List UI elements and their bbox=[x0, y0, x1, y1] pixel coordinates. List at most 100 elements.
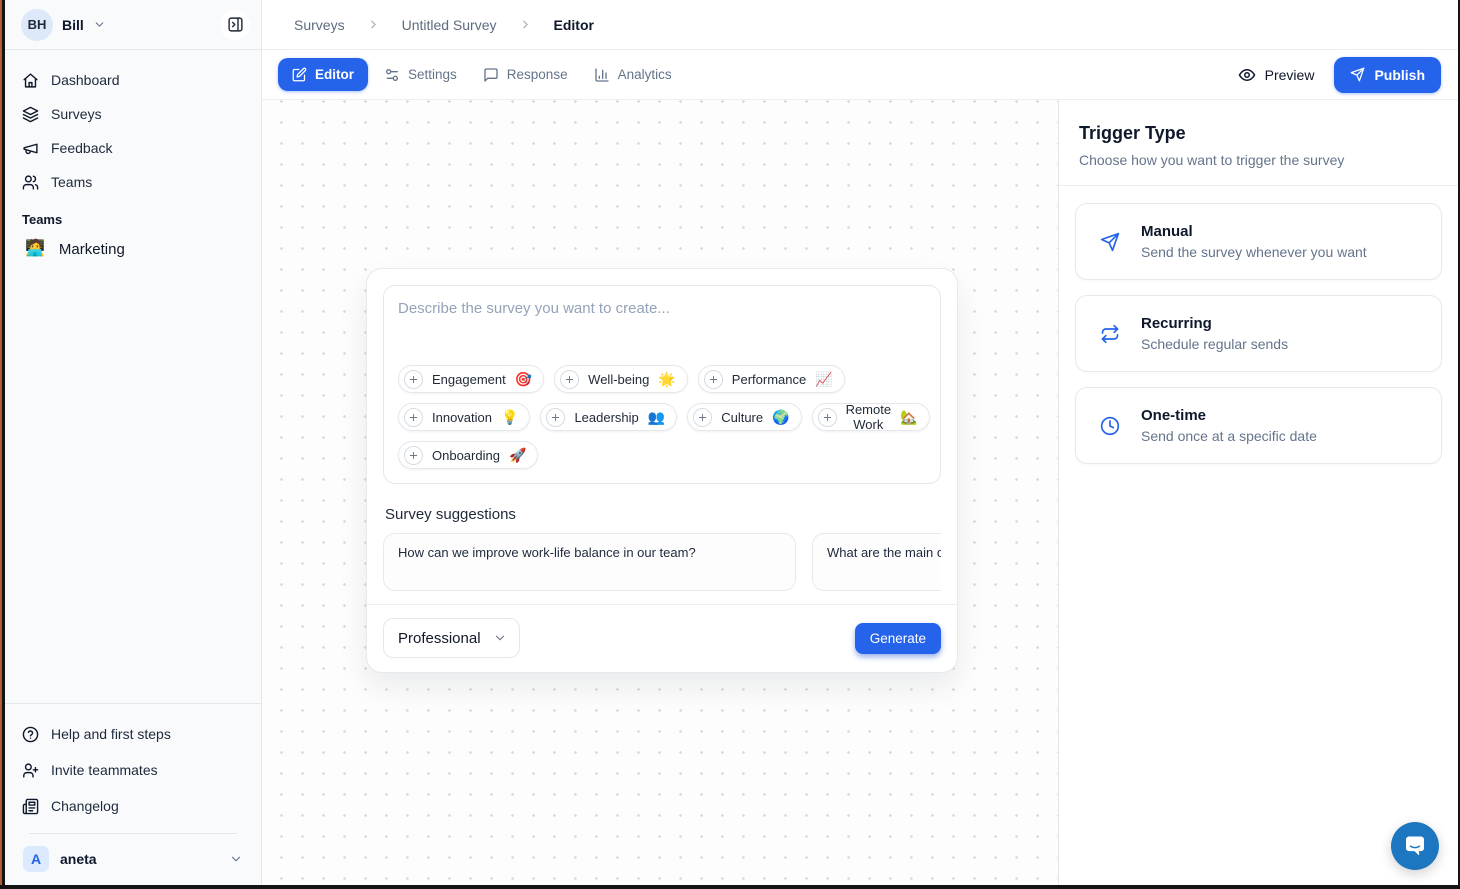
house-emoji-icon: 🏡 bbox=[900, 410, 917, 424]
user-menu[interactable]: A aneta bbox=[13, 841, 253, 877]
chevron-right-icon bbox=[367, 18, 380, 31]
message-square-icon bbox=[483, 67, 499, 83]
sidebar: BH Bill Dashboard Surv bbox=[5, 0, 262, 885]
tone-select[interactable]: Professional bbox=[383, 618, 520, 658]
plus-icon bbox=[693, 408, 712, 427]
clock-icon bbox=[1100, 416, 1120, 436]
chip-innovation[interactable]: Innovation 💡 bbox=[398, 403, 530, 431]
sidebar-item-help[interactable]: Help and first steps bbox=[13, 716, 253, 752]
chip-label: Engagement bbox=[432, 372, 506, 387]
plus-icon bbox=[704, 370, 723, 389]
breadcrumb-editor: Editor bbox=[554, 17, 594, 33]
sidebar-item-label: Changelog bbox=[51, 798, 119, 814]
tab-editor[interactable]: Editor bbox=[278, 58, 368, 91]
sidebar-item-changelog[interactable]: Changelog bbox=[13, 788, 253, 824]
tab-label: Editor bbox=[315, 67, 354, 82]
content: Describe the survey you want to create..… bbox=[262, 100, 1458, 885]
sidebar-nav: Dashboard Surveys Feedback Teams bbox=[5, 50, 261, 199]
suggestion-card[interactable]: What are the main ob bbox=[812, 533, 941, 591]
rocket-emoji-icon: 🚀 bbox=[509, 448, 526, 462]
preview-label: Preview bbox=[1265, 67, 1315, 83]
editor-toolbar: Editor Settings Response Analytics bbox=[262, 50, 1458, 100]
chip-well-being[interactable]: Well-being 🌟 bbox=[554, 365, 688, 393]
plus-icon bbox=[818, 408, 837, 427]
preview-button[interactable]: Preview bbox=[1238, 66, 1315, 84]
panel-subtitle: Choose how you want to trigger the surve… bbox=[1079, 152, 1438, 168]
trigger-title: Manual bbox=[1141, 223, 1367, 240]
survey-description-input[interactable]: Describe the survey you want to create..… bbox=[383, 285, 941, 484]
editor-canvas[interactable]: Describe the survey you want to create..… bbox=[262, 100, 1059, 885]
megaphone-icon bbox=[22, 140, 39, 157]
workspace-avatar: BH bbox=[21, 9, 53, 41]
sidebar-item-label: Dashboard bbox=[51, 72, 120, 88]
breadcrumb: Surveys Untitled Survey Editor bbox=[262, 0, 1458, 50]
sidebar-item-feedback[interactable]: Feedback bbox=[13, 131, 253, 165]
chip-label: Performance bbox=[732, 372, 806, 387]
chip-performance[interactable]: Performance 📈 bbox=[698, 365, 845, 393]
dart-emoji-icon: 🎯 bbox=[515, 372, 532, 386]
chip-label: Well-being bbox=[588, 372, 649, 387]
trigger-description: Send once at a specific date bbox=[1141, 428, 1317, 444]
chip-culture[interactable]: Culture 🌍 bbox=[687, 403, 801, 431]
sidebar-team-marketing[interactable]: 🧑‍💻 Marketing bbox=[5, 232, 261, 266]
chip-label: Culture bbox=[721, 410, 763, 425]
sidebar-item-surveys[interactable]: Surveys bbox=[13, 97, 253, 131]
teams-section-label: Teams bbox=[5, 199, 261, 232]
app-window: BH Bill Dashboard Surv bbox=[0, 0, 1460, 889]
user-avatar: A bbox=[23, 846, 49, 872]
newspaper-icon bbox=[22, 798, 39, 815]
generate-button[interactable]: Generate bbox=[855, 623, 941, 654]
publish-label: Publish bbox=[1374, 67, 1425, 83]
suggestion-card[interactable]: How can we improve work-life balance in … bbox=[383, 533, 796, 591]
trigger-panel-header: Trigger Type Choose how you want to trig… bbox=[1059, 100, 1458, 186]
trigger-title: One-time bbox=[1141, 407, 1317, 424]
breadcrumb-untitled-survey[interactable]: Untitled Survey bbox=[402, 17, 497, 33]
generator-footer: Professional Generate bbox=[367, 604, 957, 672]
tab-response[interactable]: Response bbox=[473, 59, 578, 91]
trigger-option-recurring[interactable]: Recurring Schedule regular sends bbox=[1075, 295, 1442, 372]
tab-settings[interactable]: Settings bbox=[374, 59, 467, 91]
pencil-square-icon bbox=[292, 67, 307, 82]
plus-icon bbox=[404, 370, 423, 389]
chevron-down-icon bbox=[229, 852, 243, 866]
send-icon bbox=[1100, 232, 1120, 252]
user-plus-icon bbox=[22, 762, 39, 779]
chevron-down-icon bbox=[493, 631, 507, 645]
chat-launcher-button[interactable] bbox=[1391, 822, 1439, 870]
workspace-switcher[interactable]: BH Bill bbox=[5, 0, 261, 50]
repeat-icon bbox=[1100, 324, 1120, 344]
workspace-name: Bill bbox=[62, 17, 84, 33]
help-circle-icon bbox=[22, 726, 39, 743]
tab-label: Settings bbox=[408, 67, 457, 82]
sidebar-item-label: Surveys bbox=[51, 106, 102, 122]
chevron-down-icon bbox=[93, 18, 106, 31]
user-name: aneta bbox=[60, 851, 97, 867]
sidebar-item-teams[interactable]: Teams bbox=[13, 165, 253, 199]
sidebar-item-dashboard[interactable]: Dashboard bbox=[13, 63, 253, 97]
chat-bubble-icon bbox=[1403, 833, 1427, 860]
sidebar-footer: Help and first steps Invite teammates Ch… bbox=[5, 703, 261, 885]
plus-icon bbox=[546, 408, 565, 427]
chip-leadership[interactable]: Leadership 👥 bbox=[540, 403, 677, 431]
chip-onboarding[interactable]: Onboarding 🚀 bbox=[398, 441, 538, 469]
panel-toggle-icon bbox=[227, 16, 244, 33]
sidebar-item-invite[interactable]: Invite teammates bbox=[13, 752, 253, 788]
trigger-option-manual[interactable]: Manual Send the survey whenever you want bbox=[1075, 203, 1442, 280]
users-icon bbox=[22, 174, 39, 191]
layers-icon bbox=[22, 106, 39, 123]
breadcrumb-surveys[interactable]: Surveys bbox=[294, 17, 345, 33]
suggestions-row: How can we improve work-life balance in … bbox=[383, 533, 941, 591]
publish-button[interactable]: Publish bbox=[1334, 57, 1441, 93]
busts-emoji-icon: 👥 bbox=[648, 410, 665, 424]
sidebar-item-label: Invite teammates bbox=[51, 762, 158, 778]
chip-remote-work[interactable]: Remote Work 🏡 bbox=[812, 403, 930, 431]
trigger-option-one-time[interactable]: One-time Send once at a specific date bbox=[1075, 387, 1442, 464]
chip-engagement[interactable]: Engagement 🎯 bbox=[398, 365, 544, 393]
sidebar-collapse-button[interactable] bbox=[220, 10, 250, 40]
trigger-description: Send the survey whenever you want bbox=[1141, 244, 1367, 260]
plus-icon bbox=[404, 408, 423, 427]
tab-analytics[interactable]: Analytics bbox=[584, 59, 682, 91]
sidebar-item-label: Teams bbox=[51, 174, 92, 190]
technologist-emoji-icon: 🧑‍💻 bbox=[25, 241, 45, 257]
home-icon bbox=[22, 72, 39, 89]
